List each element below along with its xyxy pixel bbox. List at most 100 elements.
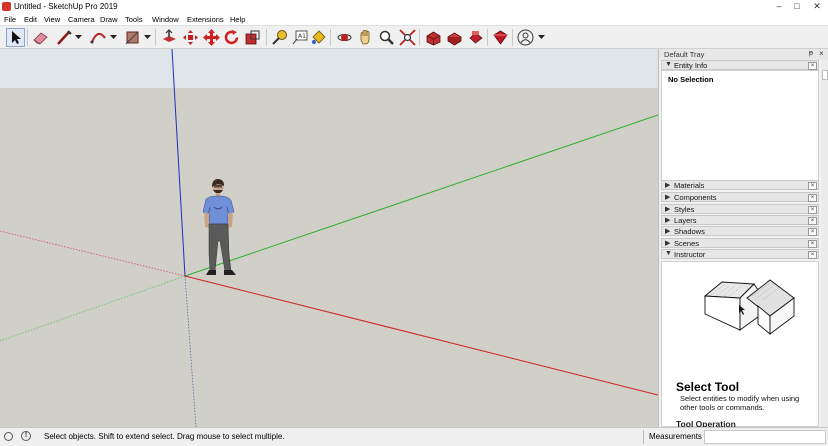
panel-close-button[interactable]: ×: [808, 240, 817, 248]
panel-close-button[interactable]: ×: [808, 206, 817, 214]
axis-green-positive: [184, 114, 658, 277]
drawing-viewport[interactable]: [0, 49, 658, 427]
panel-shadows[interactable]: ▶ Shadows ×: [661, 226, 819, 236]
selection-status: No Selection: [668, 75, 714, 84]
chevron-down-icon[interactable]: [538, 33, 545, 41]
panel-close-button[interactable]: ×: [808, 228, 817, 236]
status-bar: ! Select objects. Shift to extend select…: [0, 427, 828, 446]
line-icon[interactable]: [55, 28, 74, 47]
panel-close-button[interactable]: ×: [808, 217, 817, 225]
info-icon[interactable]: !: [21, 431, 31, 441]
default-tray: Default Tray ᵽ × ▼ Entity Info × No Sele…: [658, 49, 828, 427]
sketchup-ruby-icon[interactable]: [491, 28, 510, 47]
collapse-triangle-icon: ▼: [665, 61, 672, 68]
pin-icon[interactable]: ᵽ: [809, 50, 813, 57]
move-icon[interactable]: [181, 28, 200, 47]
instructor-tool-description: Select entities to modify when using oth…: [680, 394, 800, 412]
panel-styles[interactable]: ▶ Styles ×: [661, 204, 819, 214]
sketchup-app-icon: [2, 2, 11, 11]
panel-label: Components: [674, 193, 717, 202]
geo-location-icon[interactable]: [4, 432, 13, 441]
panel-label: Instructor: [674, 250, 706, 259]
toolbar-separator: [419, 29, 420, 46]
select-icon[interactable]: [6, 28, 25, 47]
scale-icon[interactable]: [243, 28, 262, 47]
warehouse-icon[interactable]: [424, 28, 443, 47]
layout-icon[interactable]: [466, 28, 485, 47]
account-icon[interactable]: [516, 28, 535, 47]
chevron-down-icon[interactable]: [110, 33, 117, 41]
chevron-down-icon[interactable]: [75, 33, 82, 41]
entity-info-body: No Selection: [661, 70, 819, 184]
axis-red-positive: [184, 275, 658, 396]
expand-triangle-icon: ▶: [665, 194, 671, 201]
toolbar-separator: [27, 29, 28, 46]
menu-edit[interactable]: Edit: [24, 15, 37, 24]
text-icon[interactable]: A1: [290, 28, 309, 47]
panel-scenes[interactable]: ▶ Scenes ×: [661, 238, 819, 248]
zoom-icon[interactable]: [377, 28, 396, 47]
status-message: Select objects. Shift to extend select. …: [44, 432, 285, 441]
axis-blue-negative: [184, 275, 197, 427]
toolbar-separator: [487, 29, 488, 46]
tray-scrollbar[interactable]: [821, 60, 828, 427]
toolbar-separator: [155, 29, 156, 46]
toolbar-separator: [512, 29, 513, 46]
panel-label: Materials: [674, 181, 705, 190]
zoom-extents-icon[interactable]: [398, 28, 417, 47]
chevron-down-icon[interactable]: [144, 33, 151, 41]
panel-close-button[interactable]: ×: [808, 194, 817, 202]
panel-entity-info[interactable]: ▼ Entity Info ×: [661, 60, 819, 70]
menu-draw[interactable]: Draw: [100, 15, 118, 24]
panel-label: Layers: [674, 216, 697, 225]
rotate-icon[interactable]: [222, 28, 241, 47]
status-separator: [643, 430, 644, 444]
tape-measure-icon[interactable]: [270, 28, 289, 47]
tray-close-button[interactable]: ×: [819, 49, 824, 58]
push-pull-icon[interactable]: [160, 28, 179, 47]
panel-close-button[interactable]: ×: [808, 251, 817, 259]
axis-red-negative: [0, 230, 186, 277]
tray-title: Default Tray: [664, 50, 705, 59]
expand-triangle-icon: ▶: [665, 240, 671, 247]
axis-green-negative: [0, 275, 186, 342]
menu-window[interactable]: Window: [152, 15, 179, 24]
panel-instructor[interactable]: ▼ Instructor ×: [661, 249, 819, 259]
rectangle-icon[interactable]: [123, 28, 142, 47]
menu-extensions[interactable]: Extensions: [187, 15, 224, 24]
move-arrows-icon[interactable]: [202, 28, 221, 47]
expand-triangle-icon: ▶: [665, 217, 671, 224]
maximize-button[interactable]: □: [790, 0, 804, 12]
main-toolbar: A1: [0, 25, 828, 49]
panel-components[interactable]: ▶ Components ×: [661, 192, 819, 202]
expand-triangle-icon: ▶: [665, 206, 671, 213]
menu-camera[interactable]: Camera: [68, 15, 95, 24]
svg-text:A1: A1: [298, 33, 306, 40]
orbit-icon[interactable]: [335, 28, 354, 47]
panel-close-button[interactable]: ×: [808, 62, 817, 70]
extension-warehouse-icon[interactable]: [445, 28, 464, 47]
eraser-icon[interactable]: [31, 28, 50, 47]
minimize-button[interactable]: –: [772, 0, 786, 12]
paint-bucket-icon[interactable]: [309, 28, 328, 47]
panel-layers[interactable]: ▶ Layers ×: [661, 215, 819, 225]
title-bar: Untitled - SketchUp Pro 2019 – □ ✕: [0, 0, 828, 14]
panel-label: Scenes: [674, 239, 700, 248]
scrollbar-thumb[interactable]: [822, 70, 828, 80]
menu-bar: File Edit View Camera Draw Tools Window …: [0, 14, 828, 25]
menu-file[interactable]: File: [4, 15, 16, 24]
pan-icon[interactable]: [356, 28, 375, 47]
drawing-axes: [0, 49, 658, 427]
toolbar-separator: [330, 29, 331, 46]
window-title: Untitled - SketchUp Pro 2019: [14, 2, 118, 11]
panel-close-button[interactable]: ×: [808, 182, 817, 190]
expand-triangle-icon: ▶: [665, 182, 671, 189]
panel-materials[interactable]: ▶ Materials ×: [661, 180, 819, 190]
arc-icon[interactable]: [89, 28, 108, 47]
menu-help[interactable]: Help: [230, 15, 245, 24]
menu-tools[interactable]: Tools: [125, 15, 143, 24]
measurements-input[interactable]: [704, 430, 826, 444]
menu-view[interactable]: View: [44, 15, 60, 24]
close-window-button[interactable]: ✕: [810, 0, 824, 12]
measurements-label: Measurements: [649, 432, 702, 441]
